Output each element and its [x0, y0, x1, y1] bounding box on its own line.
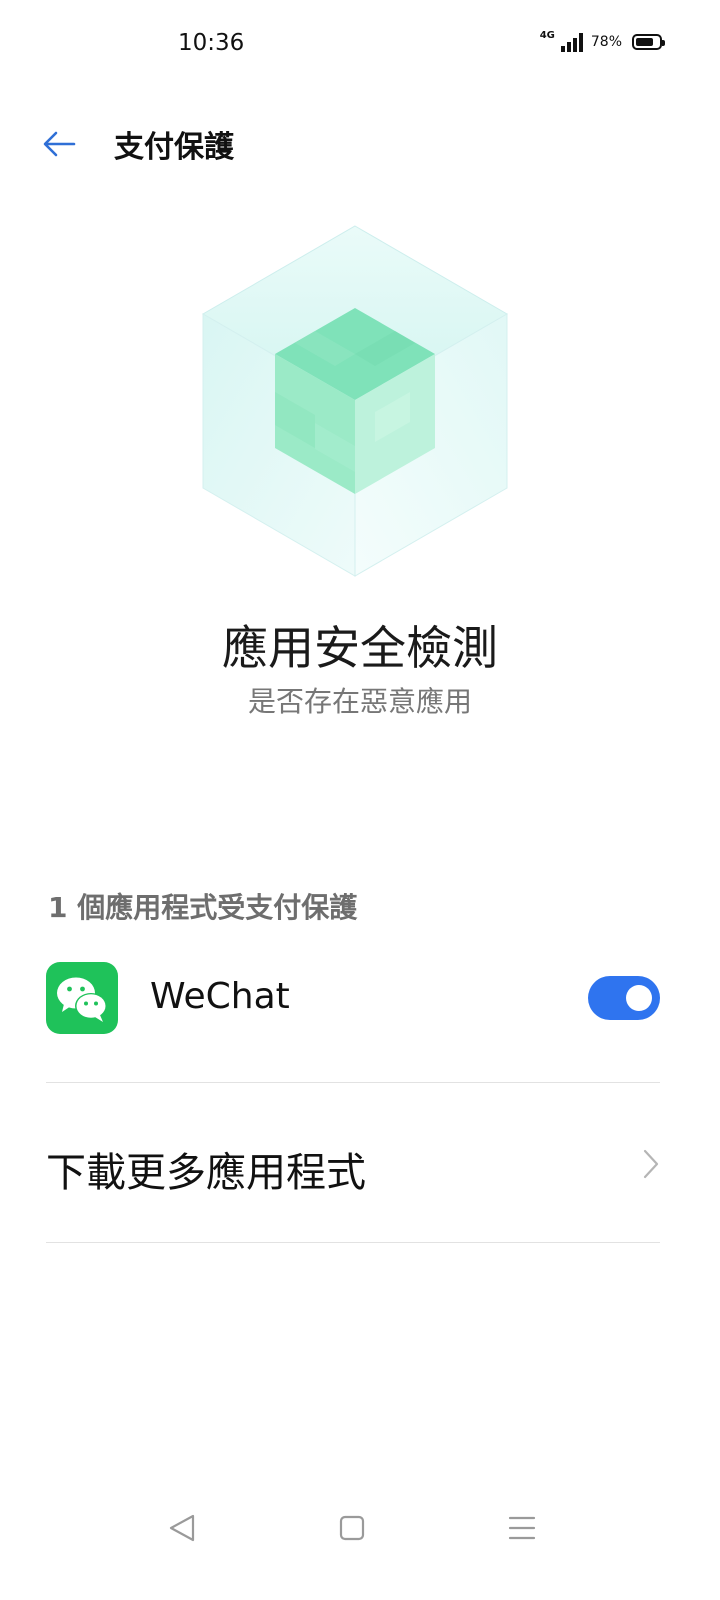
hero-title: 應用安全檢測 — [222, 621, 498, 675]
page-title: 支付保護 — [114, 130, 234, 165]
status-time: 10:36 — [178, 30, 245, 56]
arrow-left-icon[interactable] — [40, 124, 80, 164]
protected-apps-count: 1 個應用程式受支付保護 — [48, 891, 358, 924]
divider — [46, 1242, 660, 1243]
app-row-wechat: WeChat — [46, 960, 660, 1038]
nav-menu-icon[interactable] — [502, 1508, 542, 1548]
nav-home-icon[interactable] — [332, 1508, 372, 1548]
download-more-apps[interactable]: 下載更多應用程式 — [46, 1118, 660, 1210]
status-icons: 4G 78% — [539, 29, 665, 52]
navigation-bar — [0, 1490, 720, 1570]
divider — [46, 1082, 660, 1083]
status-bar: 10:36 4G 78% — [0, 0, 720, 90]
security-cube-illustration — [195, 222, 515, 582]
hero-subtitle: 是否存在惡意應用 — [247, 685, 472, 718]
battery-icon — [632, 34, 665, 50]
network-type: 4G — [539, 29, 555, 41]
nav-back-icon[interactable] — [163, 1508, 203, 1548]
battery-fill — [636, 38, 653, 46]
signal-icon — [560, 32, 583, 52]
battery-percent: 78% — [590, 34, 622, 50]
toggle-knob — [626, 985, 652, 1011]
payment-protection-toggle[interactable] — [588, 976, 660, 1020]
wechat-icon — [46, 962, 118, 1034]
download-more-label: 下載更多應用程式 — [46, 1150, 366, 1196]
chevron-right-icon — [642, 1148, 660, 1180]
app-name: WeChat — [150, 976, 290, 1017]
app-header: 支付保護 — [0, 100, 720, 190]
